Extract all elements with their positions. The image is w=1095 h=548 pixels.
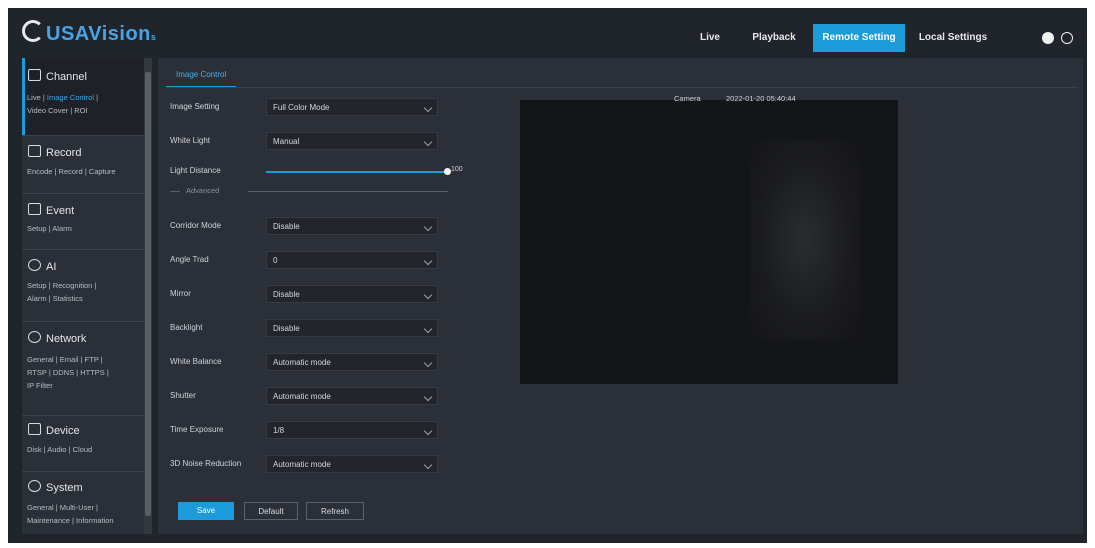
shutter-select[interactable]: Automatic mode [266, 387, 438, 405]
power-icon[interactable] [1061, 32, 1073, 44]
gear-icon [28, 480, 41, 492]
sidebar-section-device: Device Disk | Audio | Cloud [22, 415, 152, 472]
sidebar: Channel Live | Image Control | Video Cov… [22, 58, 152, 534]
sidebar-links-ai[interactable]: Setup | Recognition | Alarm | Statistics [27, 279, 151, 305]
preview-timestamp: 2022-01-20 05:40:44 [726, 94, 796, 103]
sidebar-section-network: Network General | Email | FTP | RTSP | D… [22, 321, 152, 416]
sidebar-title-ai[interactable]: AI [28, 259, 56, 273]
sidebar-links-event[interactable]: Setup | Alarm [27, 222, 151, 235]
tab-divider [166, 87, 1078, 88]
tab-image-control[interactable]: Image Control [166, 64, 237, 88]
scrollbar-thumb[interactable] [145, 72, 151, 516]
light-distance-value: 100 [451, 166, 463, 173]
label-light-distance: Light Distance [170, 166, 221, 175]
label-time-exposure: Time Exposure [170, 425, 224, 434]
info-icon[interactable] [1042, 32, 1054, 44]
corridor-mode-select[interactable]: Disable [266, 217, 438, 235]
chevron-down-icon [423, 460, 433, 470]
angle-trad-select[interactable]: 0 [266, 251, 438, 269]
sidebar-section-system: System General | Multi-User | Maintenanc… [22, 471, 152, 534]
default-button[interactable]: Default [244, 502, 298, 520]
sidebar-title-channel[interactable]: Channel [28, 69, 87, 83]
sidebar-links-network[interactable]: General | Email | FTP | RTSP | DDNS | HT… [27, 353, 151, 392]
preview-camera-label: Camera [674, 94, 701, 103]
app-window: USAVisions Live Playback Remote Setting … [8, 8, 1087, 543]
record-icon [28, 145, 41, 157]
nav-remote-setting[interactable]: Remote Setting [813, 24, 905, 52]
chevron-down-icon [423, 137, 433, 147]
advanced-heading: Advanced [186, 186, 220, 195]
noise-reduction-select[interactable]: Automatic mode [266, 455, 438, 473]
save-button[interactable]: Save [178, 502, 234, 520]
sidebar-section-channel: Channel Live | Image Control | Video Cov… [22, 58, 152, 136]
label-image-setting: Image Setting [170, 102, 220, 111]
sidebar-title-network[interactable]: Network [28, 331, 86, 345]
label-corridor-mode: Corridor Mode [170, 221, 222, 230]
sidebar-section-event: Event Setup | Alarm [22, 193, 152, 250]
sidebar-title-record[interactable]: Record [28, 145, 81, 159]
image-setting-select[interactable]: Full Color Mode [266, 98, 438, 116]
chevron-down-icon [423, 392, 433, 402]
label-mirror: Mirror [170, 289, 191, 298]
sidebar-links-system[interactable]: General | Multi-User | Maintenance | Inf… [27, 501, 151, 527]
sidebar-links-device[interactable]: Disk | Audio | Cloud [27, 443, 151, 456]
brand-logo: USAVisions [22, 20, 156, 46]
label-white-balance: White Balance [170, 357, 222, 366]
ai-icon [28, 259, 41, 271]
label-3d-noise-reduction: 3D Noise Reduction [170, 459, 242, 468]
main-panel: Image Control Image Setting Full Color M… [158, 58, 1083, 534]
light-distance-slider[interactable] [266, 171, 446, 173]
sidebar-link-live[interactable]: Live [27, 93, 41, 102]
chevron-down-icon [423, 103, 433, 113]
chevron-down-icon [423, 426, 433, 436]
nav-playback[interactable]: Playback [746, 24, 802, 52]
nav-local-settings[interactable]: Local Settings [913, 24, 993, 52]
refresh-button[interactable]: Refresh [306, 502, 364, 520]
label-shutter: Shutter [170, 391, 196, 400]
sidebar-section-record: Record Encode | Record | Capture [22, 135, 152, 194]
chevron-down-icon [423, 222, 433, 232]
sidebar-title-system[interactable]: System [28, 480, 83, 494]
device-icon [28, 423, 41, 435]
chevron-down-icon [423, 324, 433, 334]
advanced-divider-right [248, 191, 448, 192]
label-white-light: White Light [170, 136, 211, 145]
sidebar-scrollbar[interactable] [144, 58, 152, 534]
backlight-select[interactable]: Disable [266, 319, 438, 337]
logo-icon [22, 20, 44, 42]
time-exposure-select[interactable]: 1/8 [266, 421, 438, 439]
sidebar-title-device[interactable]: Device [28, 423, 80, 437]
advanced-divider-left [170, 191, 180, 192]
camera-preview [520, 100, 898, 384]
top-bar: USAVisions Live Playback Remote Setting … [8, 8, 1087, 56]
nav-live[interactable]: Live [690, 24, 730, 52]
sidebar-section-ai: AI Setup | Recognition | Alarm | Statist… [22, 249, 152, 322]
preview-image-content [750, 140, 860, 340]
sidebar-links-channel: Live | Image Control | Video Cover | ROI [27, 93, 99, 115]
sidebar-title-event[interactable]: Event [28, 203, 74, 217]
network-icon [28, 331, 41, 343]
chevron-down-icon [423, 358, 433, 368]
label-backlight: Backlight [170, 323, 203, 332]
slider-handle[interactable] [444, 168, 451, 175]
label-angle-trad: Angle Trad [170, 255, 209, 264]
sidebar-link-video-cover-roi[interactable]: Video Cover | ROI [27, 106, 88, 115]
sidebar-links-record[interactable]: Encode | Record | Capture [27, 165, 151, 178]
sidebar-link-image-control[interactable]: Image Control [47, 93, 94, 102]
event-icon [28, 203, 41, 215]
chevron-down-icon [423, 290, 433, 300]
channel-icon [28, 69, 41, 81]
mirror-select[interactable]: Disable [266, 285, 438, 303]
white-light-select[interactable]: Manual [266, 132, 438, 150]
chevron-down-icon [423, 256, 433, 266]
white-balance-select[interactable]: Automatic mode [266, 353, 438, 371]
